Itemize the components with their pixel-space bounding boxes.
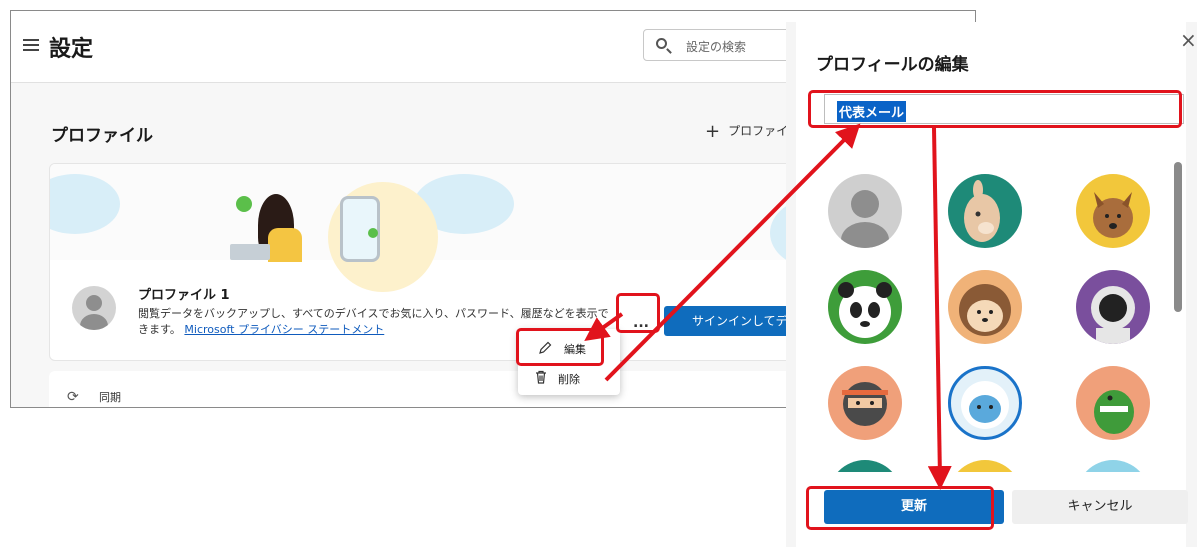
arrow-more-to-edit <box>584 312 624 341</box>
annotation-arrows <box>584 123 952 490</box>
arrow-input-to-update <box>927 127 952 490</box>
tutorial-screenshot: 設定 設定の検索 プロファイル + プロファイル プロファイル 1 閲覧データを… <box>0 0 1197 547</box>
arrow-edit-to-input <box>604 123 861 382</box>
